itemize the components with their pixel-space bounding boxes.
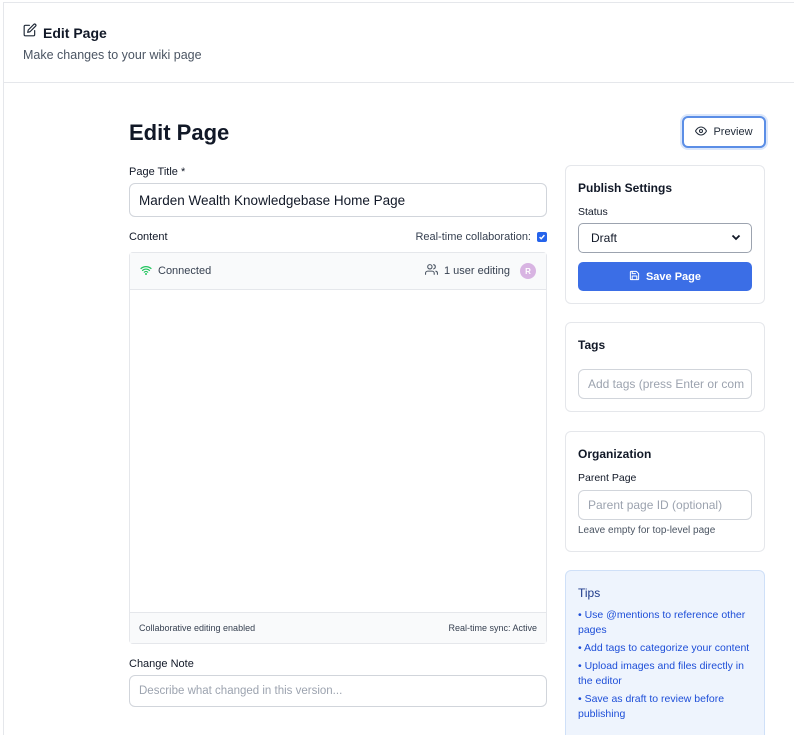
- content-label: Content: [129, 231, 168, 243]
- tips-card: Tips • Use @mentions to reference other …: [565, 570, 765, 735]
- user-presence: 1 user editing R: [424, 263, 536, 279]
- save-icon: [629, 270, 640, 284]
- top-header: Edit Page Make changes to your wiki page: [4, 3, 794, 83]
- header-title: Edit Page: [43, 24, 107, 41]
- connection-status-text: Connected: [158, 265, 212, 277]
- tags-placeholder: Add tags (press Enter or com: [588, 377, 745, 391]
- avatar[interactable]: R: [520, 263, 536, 279]
- connection-status: Connected: [140, 264, 211, 279]
- eye-icon: [695, 125, 708, 140]
- editor-footer: Collaborative editing enabled Real-time …: [130, 612, 546, 643]
- editor-footer-left: Collaborative editing enabled: [139, 623, 256, 633]
- editor-status-bar: Connected 1 user editing R: [130, 253, 546, 290]
- user-count: 1 user editing: [443, 265, 510, 277]
- collab-checkbox[interactable]: [537, 232, 547, 242]
- users-icon: [424, 263, 438, 279]
- save-page-button[interactable]: Save Page: [578, 262, 752, 291]
- status-label: Status: [578, 206, 608, 218]
- chevron-down-icon: [731, 231, 741, 245]
- title-label: Page Title *: [129, 166, 186, 178]
- collab-label: Real-time collaboration:: [415, 231, 531, 243]
- status-value: Draft: [591, 231, 618, 245]
- parent-page-hint: Leave empty for top-level page: [578, 525, 716, 536]
- change-note-input[interactable]: Describe what changed in this version...: [129, 675, 547, 707]
- save-page-label: Save Page: [645, 270, 702, 283]
- tip-item: • Use @mentions to reference other pages: [578, 609, 746, 636]
- content-editor[interactable]: Connected 1 user editing R Collaborative…: [129, 252, 547, 644]
- organization-card: Organization Parent Page Parent page ID …: [565, 431, 765, 552]
- tags-input[interactable]: Add tags (press Enter or com: [578, 369, 752, 399]
- tips-title: Tips: [578, 586, 601, 600]
- parent-page-placeholder: Parent page ID (optional): [588, 498, 723, 512]
- tags-title: Tags: [578, 338, 606, 352]
- publish-settings-title: Publish Settings: [578, 181, 673, 195]
- preview-button[interactable]: Preview: [682, 116, 766, 148]
- wifi-icon: [140, 264, 152, 279]
- header-subtitle: Make changes to your wiki page: [23, 48, 202, 62]
- editor-body[interactable]: [130, 290, 546, 614]
- page-title: Edit Page: [129, 120, 230, 145]
- change-note-placeholder: Describe what changed in this version...: [139, 685, 343, 697]
- preview-label: Preview: [713, 126, 753, 138]
- tip-item: • Upload images and files directly in th…: [578, 660, 744, 687]
- organization-title: Organization: [578, 447, 652, 461]
- edit-icon: [23, 23, 37, 42]
- page-title-input[interactable]: Marden Wealth Knowledgebase Home Page: [129, 183, 547, 217]
- parent-page-label: Parent Page: [578, 472, 637, 484]
- tags-card: Tags Add tags (press Enter or com: [565, 322, 765, 412]
- header-title-row: Edit Page: [23, 23, 107, 42]
- collab-toggle[interactable]: Real-time collaboration:: [415, 231, 547, 243]
- parent-page-input[interactable]: Parent page ID (optional): [578, 490, 752, 520]
- change-note-label: Change Note: [129, 658, 194, 670]
- tip-item: • Add tags to categorize your content: [578, 642, 750, 654]
- tip-item: • Save as draft to review before publish…: [578, 693, 725, 720]
- editor-footer-right: Real-time sync: Active: [448, 623, 537, 633]
- publish-settings-card: Publish Settings Status Draft Save Page: [565, 165, 765, 304]
- status-select[interactable]: Draft: [578, 223, 752, 253]
- page-title-value: Marden Wealth Knowledgebase Home Page: [139, 192, 406, 208]
- tips-list: • Use @mentions to reference other pages…: [578, 608, 758, 725]
